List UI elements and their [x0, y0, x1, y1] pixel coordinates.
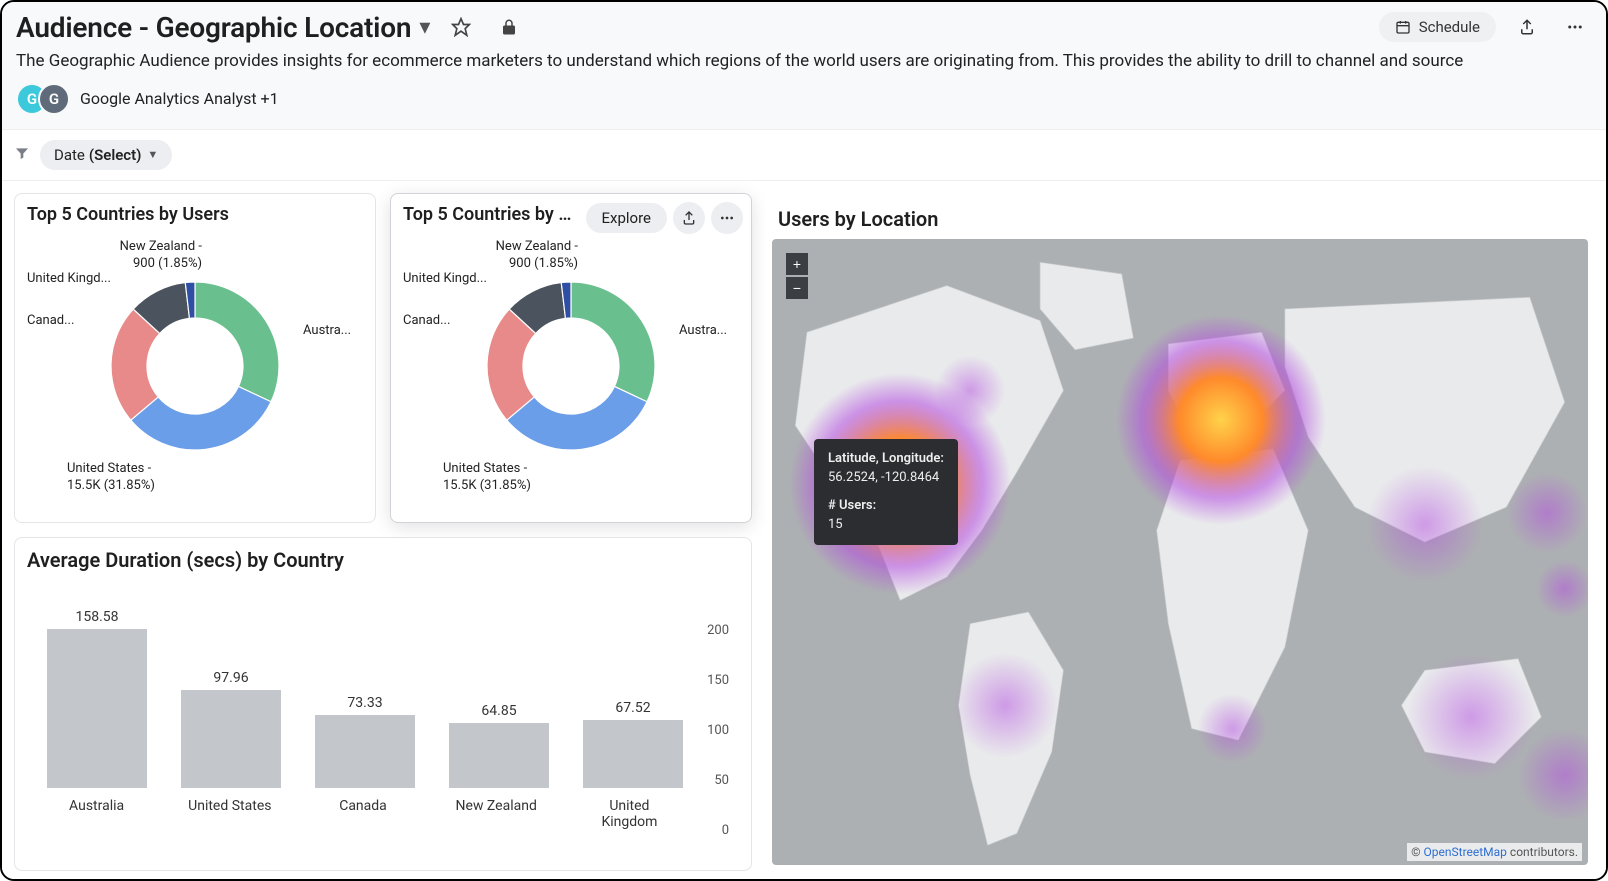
bar[interactable] [449, 723, 549, 788]
bar-value-label: 67.52 [615, 700, 650, 716]
page-subtitle: The Geographic Audience provides insight… [16, 50, 1592, 73]
y-tick-label: 0 [722, 823, 729, 838]
chevron-down-icon: ▼ [147, 148, 158, 161]
title-row: Audience - Geographic Location ▾ Schedul… [16, 10, 1592, 44]
card-title: Average Duration (secs) by Country [27, 548, 739, 572]
card-users-by-location[interactable]: Users by Location [766, 193, 1594, 871]
map-tooltip: Latitude, Longitude: 56.2524, -120.8464 … [814, 439, 958, 545]
bar-category-label: New Zealand [456, 798, 537, 814]
tooltip-users-value: 15 [828, 515, 944, 535]
card-top5-users-2[interactable]: Top 5 Countries by ... Explore New Zeala… [390, 193, 752, 523]
card-top5-users-1[interactable]: Top 5 Countries by Users New Zealand - 9… [14, 193, 376, 523]
zoom-in-button[interactable]: + [786, 253, 808, 275]
map-zoom-controls: + − [786, 253, 808, 299]
more-icon[interactable] [1558, 10, 1592, 44]
donut-label-nz: New Zealand - 900 (1.85%) [478, 239, 578, 273]
bar-value-label: 64.85 [481, 703, 516, 719]
schedule-button[interactable]: Schedule [1379, 12, 1496, 42]
donut-label-au: Austra... [303, 323, 363, 340]
donut-label-uk: United Kingd... [403, 271, 503, 288]
filter-bar: Date (Select) ▼ [2, 130, 1606, 181]
filter-icon[interactable] [14, 145, 30, 165]
owners-label: Google Analytics Analyst +1 [80, 89, 279, 108]
explore-button[interactable]: Explore [586, 203, 668, 233]
bar-col: 158.58 [47, 609, 147, 788]
donut-label-ca: Canad... [403, 313, 473, 330]
page-title: Audience - Geographic Location [16, 11, 411, 44]
bar[interactable] [181, 690, 281, 788]
donut-label-us: United States - 15.5K (31.85%) [67, 461, 197, 495]
tooltip-coords-label: Latitude, Longitude: [828, 449, 944, 469]
bar-value-label: 97.96 [213, 670, 248, 686]
donut-label-au: Austra... [679, 323, 739, 340]
card-avg-duration[interactable]: Average Duration (secs) by Country 158.5… [14, 537, 752, 871]
avatar-stack[interactable]: G G [16, 83, 70, 115]
bar-value-label: 158.58 [75, 609, 118, 625]
map-canvas[interactable]: + − Latitude, Longitude: 56.2524, -120.8… [772, 239, 1588, 865]
title-dropdown-icon[interactable]: ▾ [419, 15, 430, 40]
bar-group: 158.58 97.96 73.33 64.85 67.52 [37, 588, 689, 788]
share-icon[interactable] [1510, 10, 1544, 44]
card-share-icon[interactable] [673, 202, 705, 234]
map-attribution: © OpenStreetMap contributors. [1407, 843, 1582, 861]
bar[interactable] [583, 720, 683, 788]
bar-col: 67.52 [583, 700, 683, 788]
card-actions: Explore [586, 202, 744, 234]
osm-link[interactable]: OpenStreetMap [1424, 845, 1507, 859]
card-title: Users by Location [772, 199, 1588, 239]
donut-chart: New Zealand - 900 (1.85%) United Kingd..… [27, 231, 363, 501]
tooltip-coords-value: 56.2524, -120.8464 [828, 468, 944, 488]
bar-category-label: United Kingdom [580, 798, 679, 830]
bar[interactable] [47, 629, 147, 788]
avatar: G [38, 83, 70, 115]
y-tick-label: 50 [714, 773, 729, 788]
bar-col: 64.85 [449, 703, 549, 788]
card-title: Top 5 Countries by Users [27, 204, 363, 225]
bar-category-label: Australia [69, 798, 124, 814]
bar-category-label: Canada [339, 798, 387, 814]
donut-label-uk: United Kingd... [27, 271, 127, 288]
bar-category-label: United States [188, 798, 271, 814]
lock-icon[interactable] [492, 10, 526, 44]
date-filter-label: Date [54, 146, 85, 164]
app-root: Audience - Geographic Location ▾ Schedul… [0, 0, 1608, 881]
y-tick-label: 100 [707, 723, 729, 738]
schedule-label: Schedule [1419, 18, 1480, 36]
donut-label-nz: New Zealand - 900 (1.85%) [102, 239, 202, 273]
zoom-out-button[interactable]: − [786, 277, 808, 299]
date-filter-value: (Select) [89, 146, 142, 164]
donut-label-us: United States - 15.5K (31.85%) [443, 461, 573, 495]
bar-col: 73.33 [315, 695, 415, 788]
card-more-icon[interactable] [711, 202, 743, 234]
tooltip-users-label: # Users: [828, 496, 944, 516]
y-tick-label: 150 [707, 673, 729, 688]
star-icon[interactable] [444, 10, 478, 44]
header: Audience - Geographic Location ▾ Schedul… [2, 2, 1606, 130]
tile-grid: Top 5 Countries by Users New Zealand - 9… [2, 181, 1606, 881]
bar[interactable] [315, 715, 415, 788]
bar-value-label: 73.33 [347, 695, 382, 711]
y-tick-label: 200 [707, 623, 729, 638]
donut-label-ca: Canad... [27, 313, 97, 330]
world-map-svg [772, 239, 1588, 865]
owners-row: G G Google Analytics Analyst +1 [16, 83, 1592, 115]
bar-col: 97.96 [181, 670, 281, 788]
bar-chart: 158.58 97.96 73.33 64.85 67.52 Australia Unit… [27, 578, 739, 860]
card-title: Top 5 Countries by ... [403, 204, 573, 225]
bar-categories: Australia United States Canada New Zealand U… [37, 788, 689, 830]
date-filter-chip[interactable]: Date (Select) ▼ [40, 140, 172, 170]
donut-chart: New Zealand - 900 (1.85%) United Kingd..… [403, 231, 739, 501]
